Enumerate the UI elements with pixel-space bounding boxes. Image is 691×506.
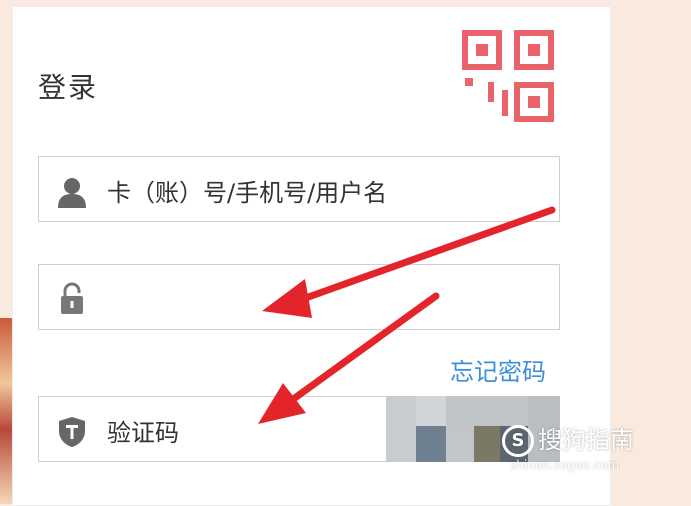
captcha-placeholder: 验证码 (107, 419, 179, 447)
watermark-brand: S 搜狗指南 (502, 420, 634, 457)
shield-icon (59, 417, 85, 447)
login-title: 登录 (38, 71, 99, 104)
username-field[interactable]: 卡（账）号/手机号/用户名 (38, 156, 560, 222)
user-icon (58, 178, 86, 208)
password-field[interactable] (38, 264, 560, 330)
watermark-text: 搜狗指南 (538, 426, 634, 454)
watermark-url: zhinan.sogou.com (510, 458, 620, 472)
username-placeholder: 卡（账）号/手机号/用户名 (107, 179, 388, 207)
sogou-logo-icon: S (502, 425, 534, 457)
lock-icon (61, 282, 83, 314)
qr-code-icon[interactable] (462, 30, 554, 122)
background-image-strip (0, 318, 12, 504)
forgot-password-link[interactable]: 忘记密码 (450, 352, 546, 387)
